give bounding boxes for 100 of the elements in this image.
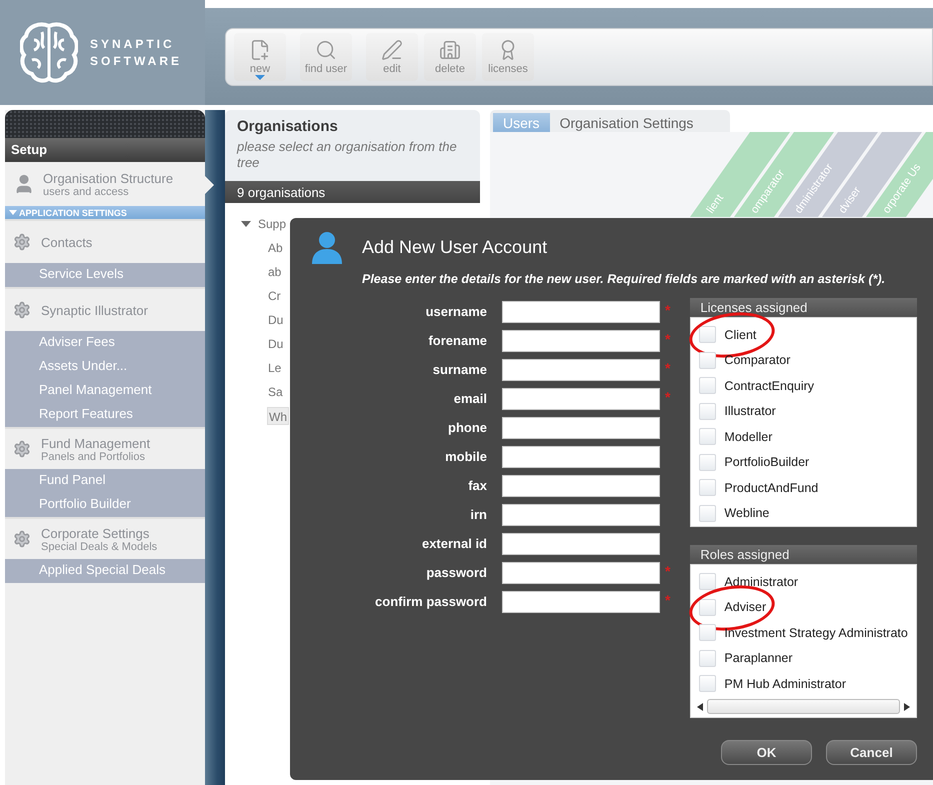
gear-icon bbox=[13, 440, 31, 458]
required-mark: * bbox=[665, 591, 670, 609]
checkbox[interactable] bbox=[699, 377, 716, 394]
expand-icon[interactable] bbox=[241, 221, 251, 227]
file-plus-icon bbox=[249, 39, 271, 61]
required-mark: * bbox=[665, 301, 670, 319]
count-bar: 9 organisations bbox=[225, 181, 480, 203]
item-title: Corporate Settings bbox=[41, 526, 150, 540]
input-field[interactable] bbox=[502, 591, 660, 613]
checkbox[interactable] bbox=[699, 650, 716, 667]
tree-item[interactable]: Du bbox=[267, 311, 284, 329]
panel-title: Organisations bbox=[237, 118, 339, 135]
input-field[interactable] bbox=[502, 301, 660, 323]
toolbar-button[interactable]: edit bbox=[366, 33, 418, 81]
dialog-button[interactable]: Cancel bbox=[826, 740, 917, 764]
input-field[interactable] bbox=[502, 562, 660, 584]
tree-item[interactable]: ab bbox=[267, 263, 282, 281]
search-icon bbox=[315, 39, 337, 61]
tab[interactable]: Users bbox=[493, 113, 550, 132]
checkbox-label: Comparator bbox=[724, 353, 790, 368]
logo-text: SOFTWARE bbox=[90, 54, 182, 68]
input-field[interactable] bbox=[502, 504, 660, 526]
item-subtitle: users and access bbox=[43, 186, 130, 198]
sidebar-subitem[interactable]: Fund Panel bbox=[5, 469, 205, 493]
field-label: username bbox=[424, 303, 487, 321]
input-field[interactable] bbox=[502, 359, 660, 381]
category-header[interactable]: APPLICATION SETTINGS bbox=[5, 206, 205, 219]
field-label: password bbox=[425, 564, 487, 582]
field-label: fax bbox=[467, 477, 487, 495]
scroll-right-icon[interactable] bbox=[904, 702, 910, 710]
field-label: irn bbox=[469, 506, 487, 524]
toolbar-button[interactable]: delete bbox=[424, 33, 476, 81]
sidebar-subitem[interactable]: Panel Management bbox=[5, 379, 205, 403]
tree-item[interactable]: Sa bbox=[267, 383, 284, 401]
input-field[interactable] bbox=[502, 417, 660, 439]
gear-icon bbox=[13, 301, 31, 319]
scroll-left-icon[interactable] bbox=[697, 702, 704, 710]
toolbar-button[interactable]: new bbox=[234, 33, 286, 81]
item-subtitle: Special Deals & Models bbox=[41, 540, 158, 552]
required-mark: * bbox=[665, 330, 670, 348]
field-label: forename bbox=[427, 332, 487, 350]
input-field[interactable] bbox=[502, 388, 660, 410]
checkbox[interactable] bbox=[699, 454, 716, 471]
item-title: Contacts bbox=[41, 234, 92, 250]
input-field[interactable] bbox=[502, 330, 660, 352]
dialog-instructions: Please enter the details for the new user. Required fields are marked with an asterisk (*). bbox=[362, 272, 886, 286]
sidebar-subitem[interactable]: Applied Special Deals bbox=[5, 559, 205, 583]
building-icon bbox=[439, 39, 461, 61]
tab[interactable]: Organisation Settings bbox=[550, 113, 704, 132]
dialog-title: Add New User Account bbox=[362, 236, 548, 258]
dialog-button[interactable]: OK bbox=[721, 740, 812, 764]
field-label: phone bbox=[447, 419, 487, 437]
checkbox[interactable] bbox=[699, 402, 716, 420]
checkbox[interactable] bbox=[699, 352, 716, 369]
sidebar-subitem[interactable]: Service Levels bbox=[5, 263, 205, 287]
tree-item[interactable]: Ab bbox=[267, 239, 284, 257]
tree-item[interactable]: Supp bbox=[257, 215, 288, 233]
sidebar-subitem[interactable]: Portfolio Builder bbox=[5, 493, 205, 517]
checkbox-label: Investment Strategy Administrato bbox=[724, 626, 908, 640]
checkbox[interactable] bbox=[699, 598, 716, 616]
checkbox-label: Administrator bbox=[724, 574, 798, 589]
required-mark: * bbox=[665, 359, 670, 377]
checkbox[interactable] bbox=[699, 504, 716, 522]
field-label: external id bbox=[420, 535, 487, 553]
checkbox[interactable] bbox=[699, 675, 716, 692]
tree-item[interactable]: Cr bbox=[267, 287, 282, 305]
tree-item[interactable]: Du bbox=[267, 335, 284, 353]
field-label: confirm password bbox=[374, 593, 487, 611]
checkbox[interactable] bbox=[699, 428, 716, 446]
toolbar-button[interactable]: licenses bbox=[482, 33, 534, 81]
checkbox-label: Adviser bbox=[724, 600, 766, 614]
checkbox-label: Illustrator bbox=[724, 404, 776, 418]
checkbox-label: Modeller bbox=[724, 430, 772, 444]
item-title: Synaptic Illustrator bbox=[41, 302, 148, 318]
pencil-icon bbox=[381, 39, 403, 61]
checkbox[interactable] bbox=[699, 326, 716, 344]
toolbar-button[interactable]: find user bbox=[300, 33, 352, 81]
panel-hint: please select an organisation from the tree bbox=[237, 139, 458, 171]
list-header: Licenses assigned bbox=[690, 298, 917, 317]
tree-item[interactable]: Le bbox=[267, 359, 282, 377]
checkbox-label: PM Hub Administrator bbox=[724, 676, 846, 691]
checkbox[interactable] bbox=[699, 479, 716, 496]
input-field[interactable] bbox=[502, 446, 660, 468]
item-title: Organisation Structure bbox=[43, 170, 174, 186]
input-field[interactable] bbox=[502, 533, 660, 555]
sidebar-subitem[interactable]: Assets Under... bbox=[5, 355, 205, 379]
logo-text: SYNAPTIC bbox=[90, 37, 176, 51]
gear-icon bbox=[13, 233, 31, 251]
sidebar-subitem[interactable]: Adviser Fees bbox=[5, 331, 205, 355]
sidebar-subitem[interactable]: Report Features bbox=[5, 403, 205, 427]
input-field[interactable] bbox=[502, 475, 660, 497]
checkbox[interactable] bbox=[699, 624, 716, 642]
brain-logo-icon bbox=[20, 22, 78, 84]
checkbox[interactable] bbox=[699, 573, 716, 590]
scrollbar-thumb[interactable] bbox=[707, 699, 900, 714]
tree-item[interactable]: Wh bbox=[267, 407, 289, 425]
checkbox-label: Webline bbox=[724, 506, 770, 520]
field-label: mobile bbox=[444, 448, 487, 466]
checkbox-label: ContractEnquiry bbox=[724, 378, 814, 393]
checkbox-label: Paraplanner bbox=[724, 651, 793, 666]
